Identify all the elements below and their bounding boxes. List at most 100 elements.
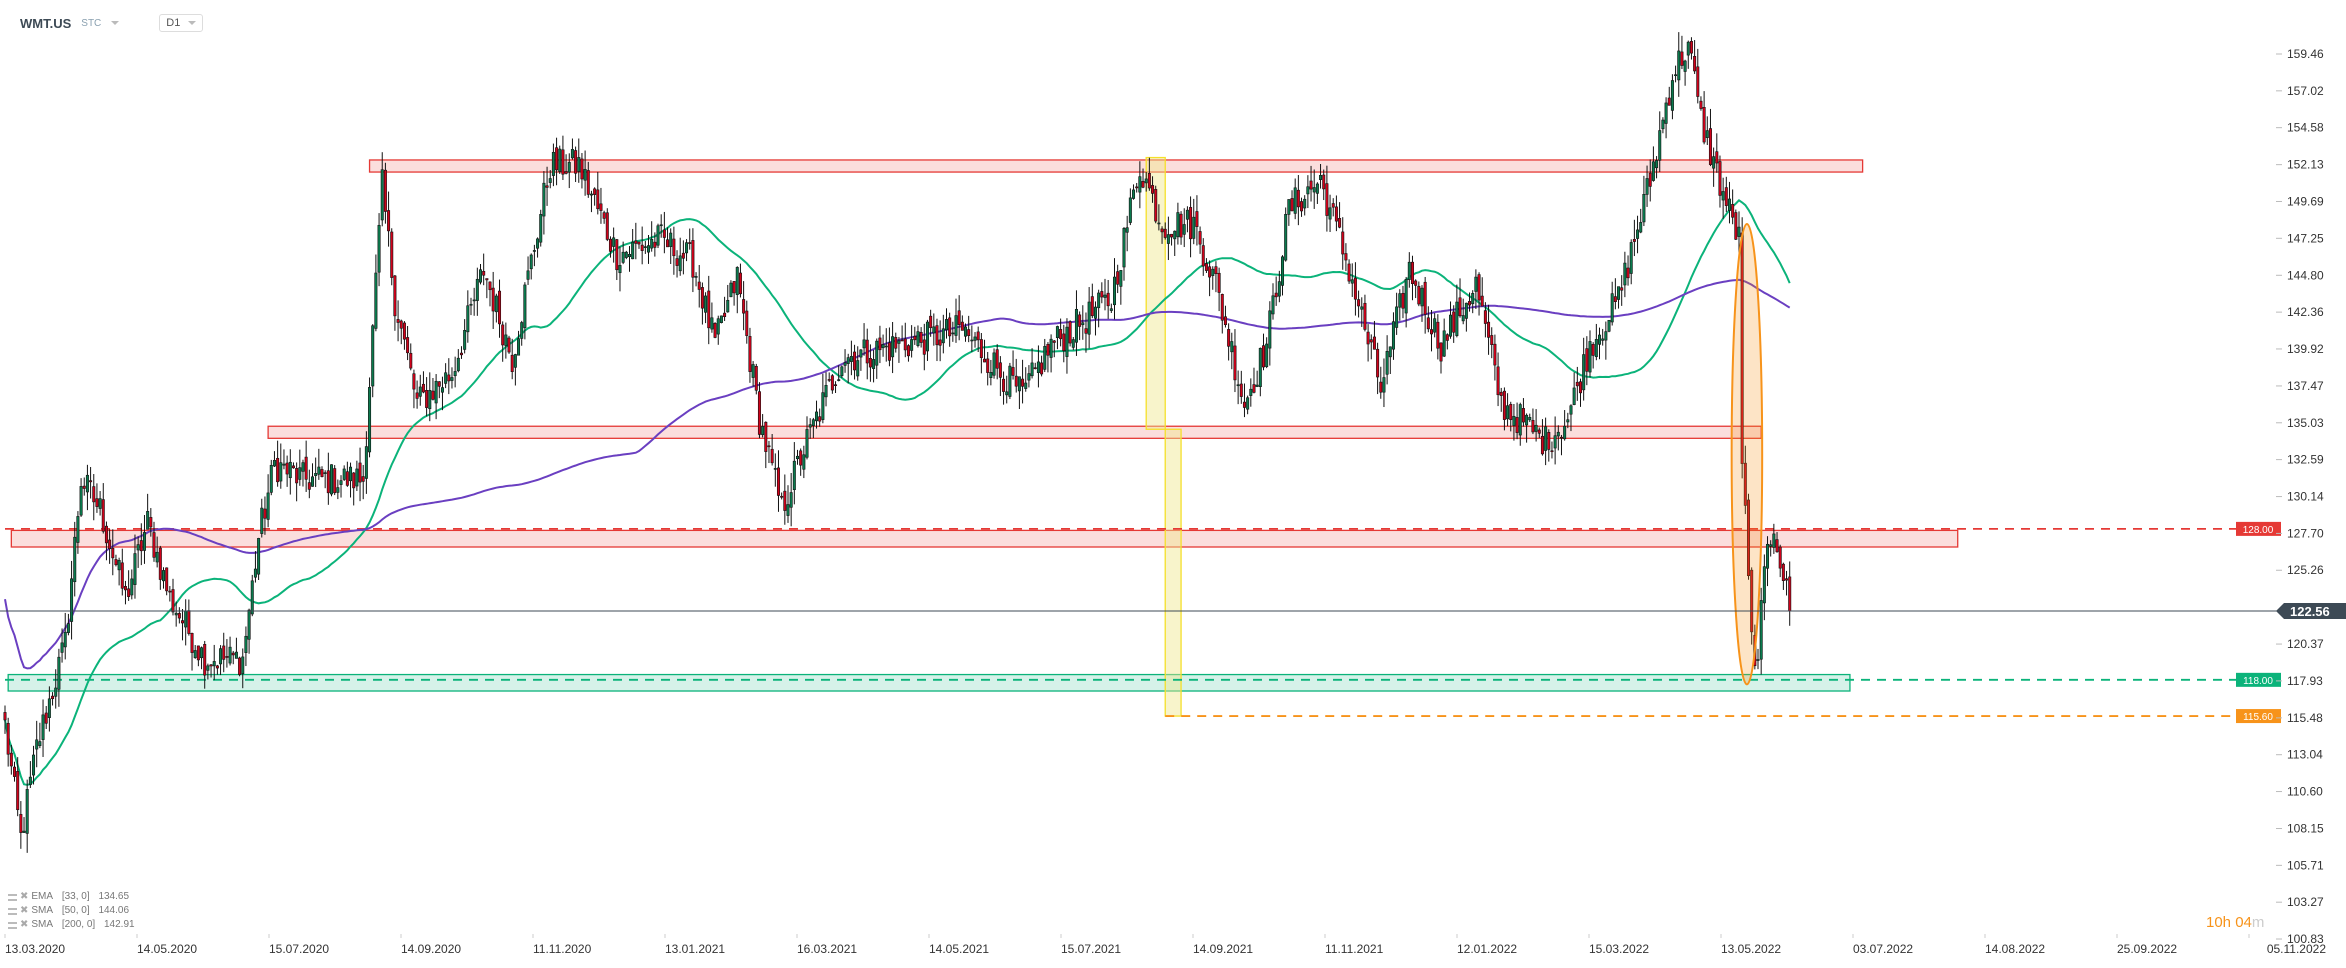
- candle-up[interactable]: [1572, 387, 1576, 405]
- candle-up[interactable]: [1677, 50, 1681, 81]
- candle-up[interactable]: [1670, 80, 1674, 111]
- candle-up[interactable]: [526, 270, 530, 280]
- candle-up[interactable]: [494, 295, 498, 313]
- candle-up[interactable]: [884, 345, 888, 348]
- candle-down[interactable]: [6, 722, 10, 755]
- candle-down[interactable]: [1785, 578, 1789, 581]
- candle-down[interactable]: [1591, 344, 1595, 356]
- candle-up[interactable]: [650, 238, 654, 249]
- candle-down[interactable]: [948, 317, 952, 337]
- candle-up[interactable]: [1762, 566, 1766, 604]
- candle-down[interactable]: [574, 150, 578, 174]
- candle-up[interactable]: [1166, 234, 1170, 244]
- candle-down[interactable]: [1559, 436, 1563, 439]
- candle-up[interactable]: [910, 339, 914, 351]
- candle-down[interactable]: [149, 517, 153, 528]
- candle-down[interactable]: [9, 752, 13, 767]
- candle-down[interactable]: [697, 281, 701, 290]
- candle-up[interactable]: [1661, 119, 1665, 130]
- candle-down[interactable]: [120, 562, 124, 589]
- candle-up[interactable]: [1065, 326, 1069, 357]
- candle-down[interactable]: [1198, 231, 1202, 245]
- candle-up[interactable]: [1712, 156, 1716, 169]
- candle-up[interactable]: [729, 282, 733, 298]
- candle-up[interactable]: [1303, 198, 1307, 209]
- candle-down[interactable]: [1201, 245, 1205, 267]
- candle-up[interactable]: [941, 328, 945, 344]
- candle-down[interactable]: [1021, 378, 1025, 387]
- candle-up[interactable]: [1103, 294, 1107, 298]
- candle-up[interactable]: [1553, 435, 1557, 449]
- candle-down[interactable]: [333, 468, 337, 494]
- candle-down[interactable]: [1436, 321, 1440, 349]
- candle-down[interactable]: [545, 185, 549, 188]
- candle-up[interactable]: [41, 714, 45, 740]
- candle-up[interactable]: [85, 474, 89, 493]
- candle-up[interactable]: [1315, 183, 1319, 194]
- candle-down[interactable]: [447, 374, 451, 382]
- candle-up[interactable]: [1271, 295, 1275, 315]
- candle-up[interactable]: [142, 532, 146, 551]
- candle-down[interactable]: [1147, 173, 1151, 189]
- candle-down[interactable]: [1296, 189, 1300, 208]
- candle-up[interactable]: [1055, 326, 1059, 339]
- candle-up[interactable]: [38, 741, 42, 747]
- candle-up[interactable]: [73, 536, 77, 583]
- candle-down[interactable]: [196, 645, 200, 661]
- candle-down[interactable]: [1734, 212, 1738, 240]
- candle-down[interactable]: [406, 337, 410, 354]
- candle-down[interactable]: [767, 445, 771, 448]
- candle-down[interactable]: [1261, 345, 1265, 368]
- candle-down[interactable]: [1372, 336, 1376, 350]
- candle-down[interactable]: [111, 547, 115, 559]
- candle-up[interactable]: [1756, 659, 1760, 661]
- candle-up[interactable]: [1230, 341, 1234, 353]
- candle-up[interactable]: [136, 544, 140, 551]
- candle-up[interactable]: [849, 356, 853, 362]
- candle-up[interactable]: [339, 480, 343, 485]
- candle-down[interactable]: [1223, 316, 1227, 326]
- candle-down[interactable]: [108, 539, 112, 550]
- candle-up[interactable]: [472, 299, 476, 302]
- candle-down[interactable]: [1410, 261, 1414, 285]
- candle-down[interactable]: [177, 613, 181, 619]
- candle-down[interactable]: [402, 322, 406, 340]
- candle-down[interactable]: [799, 450, 803, 466]
- candle-down[interactable]: [634, 240, 638, 244]
- candle-down[interactable]: [1309, 180, 1313, 190]
- candle-up[interactable]: [1674, 74, 1678, 77]
- candle-up[interactable]: [200, 647, 204, 659]
- candle-down[interactable]: [1116, 271, 1120, 285]
- candle-up[interactable]: [542, 182, 546, 217]
- candle-down[interactable]: [425, 389, 429, 408]
- candle-up[interactable]: [117, 560, 121, 571]
- candle-down[interactable]: [1325, 183, 1329, 216]
- candle-up[interactable]: [1268, 310, 1272, 349]
- candle-down[interactable]: [165, 567, 169, 592]
- candle-down[interactable]: [1575, 381, 1579, 387]
- candle-down[interactable]: [510, 354, 514, 373]
- candle-up[interactable]: [1071, 339, 1075, 348]
- candle-down[interactable]: [1445, 334, 1449, 341]
- candle-down[interactable]: [104, 525, 108, 544]
- candle-up[interactable]: [1512, 415, 1516, 426]
- candle-up[interactable]: [1132, 189, 1136, 199]
- candle-up[interactable]: [1185, 209, 1189, 220]
- candle-up[interactable]: [1236, 384, 1240, 387]
- candle-down[interactable]: [1135, 186, 1139, 189]
- candle-up[interactable]: [1604, 331, 1608, 341]
- candle-up[interactable]: [130, 578, 134, 596]
- candle-down[interactable]: [564, 171, 568, 174]
- candle-down[interactable]: [491, 287, 495, 312]
- candle-down[interactable]: [390, 231, 394, 278]
- candle-down[interactable]: [700, 287, 704, 309]
- candle-up[interactable]: [1281, 256, 1285, 286]
- candle-down[interactable]: [599, 203, 603, 211]
- candle-down[interactable]: [187, 610, 191, 634]
- candle-up[interactable]: [1601, 338, 1605, 341]
- measured-move-2[interactable]: [1164, 428, 1182, 717]
- candle-down[interactable]: [51, 695, 55, 700]
- candle-up[interactable]: [1588, 341, 1592, 373]
- candle-down[interactable]: [745, 310, 749, 336]
- candle-down[interactable]: [285, 462, 289, 475]
